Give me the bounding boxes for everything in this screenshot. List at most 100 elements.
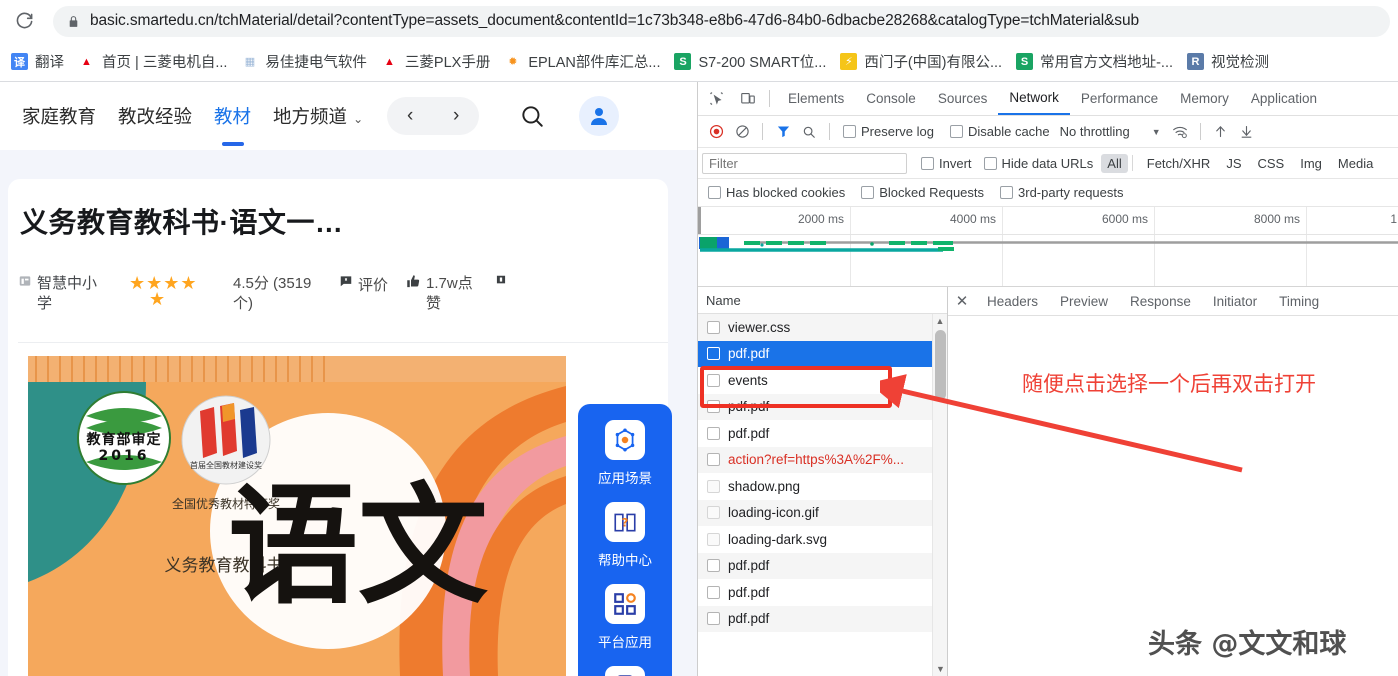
request-row[interactable]: pdf.pdf [698,552,947,579]
preserve-log-checkbox[interactable]: Preserve log [843,124,934,139]
resource-type-chip[interactable]: Media [1332,154,1379,173]
browser-chrome: basic.smartedu.cn/tchMaterial/detail?con… [0,0,1398,82]
bookmark-item[interactable]: ✹ EPLAN部件库汇总... [497,48,667,76]
scroll-up-arrow[interactable]: ▲ [933,314,947,328]
side-widget-item-help[interactable]: ? 帮助中心 [598,502,652,569]
site-nav-label: 家庭教育 [22,106,97,127]
bookmark-item[interactable]: 译翻译 [4,48,71,76]
bookmark-item[interactable]: ▦ 易佳捷电气软件 [234,48,374,76]
request-row-checkbox[interactable] [707,479,720,493]
search-icon[interactable] [515,99,549,133]
side-widget-item-download[interactable] [605,666,645,676]
side-widget-item-platform-apps[interactable]: 平台应用 [598,584,652,651]
user-avatar-icon[interactable] [579,96,620,136]
book-cover-image: 教育部审定 2016 首届全国教材建设奖 全国优秀教材特等奖 义务教育教科书 语… [28,356,566,676]
request-row-checkbox[interactable] [707,373,720,387]
request-row-checkbox[interactable] [707,532,720,546]
request-row-checkbox[interactable] [707,612,720,626]
detail-tab-timing[interactable]: Timing [1268,294,1330,309]
request-row-checkbox[interactable] [707,400,720,414]
meta-likes[interactable]: 1.7w点赞 [406,274,476,315]
close-icon[interactable]: ✕ [948,292,976,310]
request-row-checkbox[interactable] [707,320,720,334]
request-row[interactable]: events [698,367,947,394]
resource-type-chip[interactable]: Img [1294,154,1328,173]
devtools-tab-network[interactable]: Network [998,82,1070,115]
bookmark-item[interactable]: S S7-200 SMART位... [667,48,833,76]
invert-checkbox[interactable]: Invert [921,156,972,171]
import-har-icon[interactable] [1208,120,1234,144]
request-row[interactable]: pdf.pdf [698,393,947,420]
request-row[interactable]: loading-icon.gif [698,499,947,526]
nav-pager[interactable]: ‹ › [387,97,480,135]
request-row-checkbox[interactable] [707,453,720,467]
meta-collect[interactable] [494,274,513,292]
site-nav-item[interactable]: 教改经验 [118,103,192,129]
request-row[interactable]: shadow.png [698,473,947,500]
meta-review[interactable]: 评价 [339,274,388,295]
devtools-tab-application[interactable]: Application [1240,82,1328,115]
address-bar[interactable]: basic.smartedu.cn/tchMaterial/detail?con… [53,5,1390,37]
network-conditions-icon[interactable] [1167,120,1193,144]
request-row-checkbox[interactable] [707,347,720,361]
site-nav-item[interactable]: 教材 [214,103,251,146]
disable-cache-checkbox[interactable]: Disable cache [949,124,1050,139]
devtools-tab-elements[interactable]: Elements [777,82,855,115]
bookmark-item[interactable]: ▲ 三菱PLX手册 [374,48,497,76]
hide-data-urls-checkbox[interactable]: Hide data URLs [983,156,1093,171]
scrollbar-thumb[interactable] [935,330,946,400]
detail-tab-response[interactable]: Response [1119,294,1202,309]
record-stop-icon[interactable] [703,120,729,144]
resource-type-chip[interactable]: JS [1220,154,1247,173]
filter-funnel-icon[interactable] [770,120,796,144]
clear-icon[interactable] [729,120,755,144]
network-overview-timeline[interactable]: 2000 ms 4000 ms 6000 ms 8000 ms 1 [698,207,1398,287]
request-row-checkbox[interactable] [707,426,720,440]
site-nav-item[interactable]: 家庭教育 [22,103,96,129]
reload-icon[interactable] [9,6,39,36]
bookmark-item[interactable]: ▲ 首页 | 三菱电机自... [71,48,234,76]
bookmark-item[interactable]: R 视觉检测 [1180,48,1276,76]
nav-prev-icon[interactable]: ‹ [407,105,413,127]
request-row[interactable]: pdf.pdf [698,605,947,632]
has-blocked-cookies-checkbox[interactable]: Has blocked cookies [708,185,845,200]
device-toolbar-icon[interactable] [734,86,762,112]
side-widget-item-app-scene[interactable]: 应用场景 [598,420,652,487]
blocked-requests-checkbox[interactable]: Blocked Requests [861,185,984,200]
request-row-checkbox[interactable] [707,559,720,573]
nav-next-icon[interactable]: › [453,105,459,127]
request-list-header[interactable]: Name [698,287,947,314]
export-har-icon[interactable] [1234,120,1260,144]
filter-input[interactable] [702,152,907,174]
detail-tab-preview[interactable]: Preview [1049,294,1119,309]
resource-type-chip[interactable]: Fetch/XHR [1141,154,1217,173]
resource-type-chip[interactable]: CSS [1252,154,1291,173]
devtools-tab-memory[interactable]: Memory [1169,82,1240,115]
request-row[interactable]: pdf.pdf [698,579,947,606]
third-party-requests-checkbox[interactable]: 3rd-party requests [1000,185,1124,200]
resource-type-chip[interactable]: All [1101,153,1128,173]
detail-tab-headers[interactable]: Headers [976,294,1049,309]
throttling-dropdown[interactable]: No throttling ▼ [1060,124,1161,139]
request-row[interactable]: loading-dark.svg [698,526,947,553]
bookmark-item[interactable]: ⚡ 西门子(中国)有限公... [833,48,1009,76]
request-row-checkbox[interactable] [707,585,720,599]
request-row[interactable]: viewer.css [698,314,947,341]
request-row[interactable]: action?ref=https%3A%2F%... [698,446,947,473]
devtools-tab-console[interactable]: Console [855,82,927,115]
search-icon[interactable] [796,120,822,144]
request-list-scrollbar[interactable]: ▲ ▼ [932,314,947,676]
devtools-tab-performance[interactable]: Performance [1070,82,1169,115]
checkbox-box [949,125,963,138]
request-row[interactable]: pdf.pdf [698,420,947,447]
site-nav-item[interactable]: 地方频道 ⌄ [273,103,363,129]
svg-text:2016: 2016 [99,448,150,464]
request-row[interactable]: pdf.pdf [698,340,947,367]
toolbar-separator [762,123,763,140]
inspect-element-icon[interactable] [702,86,730,112]
detail-tab-initiator[interactable]: Initiator [1202,294,1268,309]
scroll-down-arrow[interactable]: ▼ [933,662,947,676]
devtools-tab-sources[interactable]: Sources [927,82,999,115]
request-row-checkbox[interactable] [707,506,720,520]
bookmark-item[interactable]: S 常用官方文档地址-... [1009,48,1180,76]
